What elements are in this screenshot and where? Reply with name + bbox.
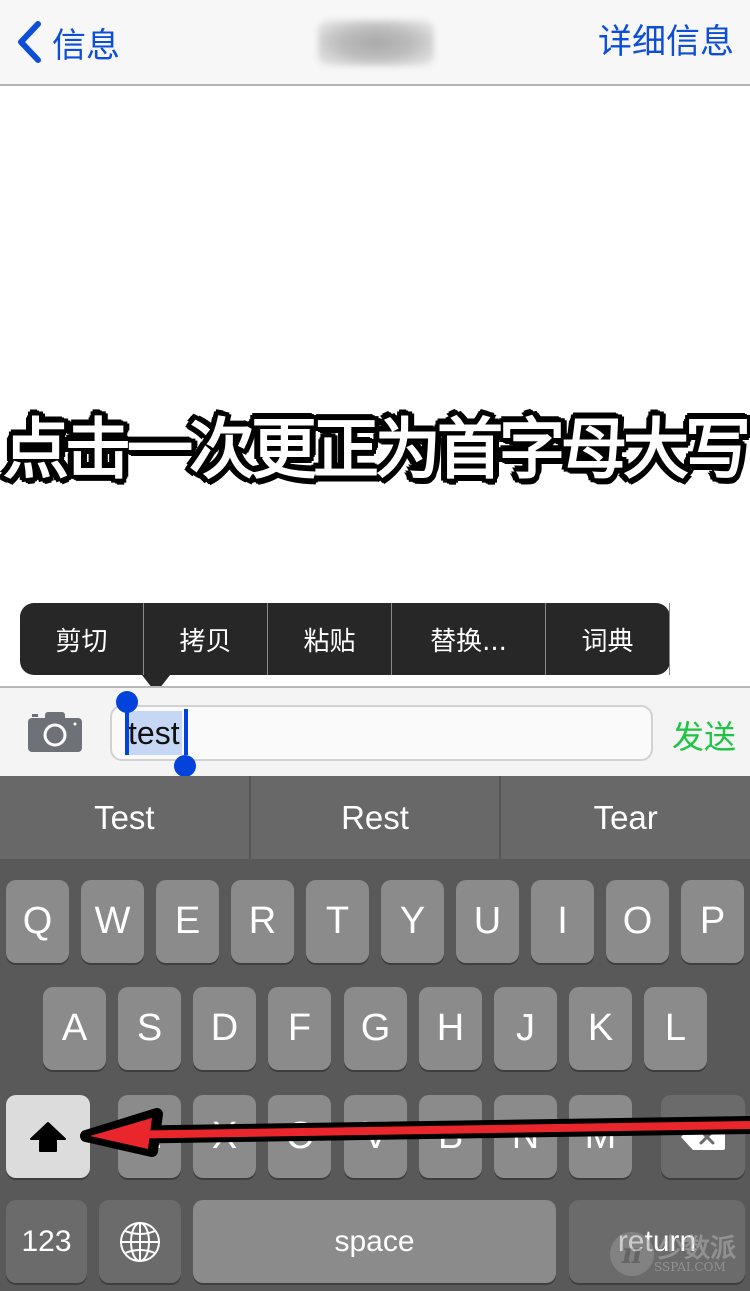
key-f[interactable]: F (268, 987, 331, 1070)
key-j[interactable]: J (494, 987, 557, 1070)
key-u[interactable]: U (456, 880, 519, 963)
tutorial-annotation: 点击一次更正为首字母大写 (3, 411, 750, 488)
menu-item-replace[interactable]: 替换... (392, 603, 546, 675)
selection-end-handle[interactable] (174, 755, 196, 777)
details-button[interactable]: 详细信息 (598, 18, 734, 66)
key-k[interactable]: K (569, 987, 632, 1070)
key-d[interactable]: D (193, 987, 256, 1070)
key-h[interactable]: H (419, 987, 482, 1070)
key-n[interactable]: N (494, 1095, 557, 1178)
key-z[interactable]: Z (118, 1095, 181, 1178)
key-l[interactable]: L (644, 987, 707, 1070)
shift-key[interactable] (6, 1095, 90, 1178)
back-label: 信息 (52, 25, 120, 66)
send-button[interactable]: 发送 (672, 712, 736, 758)
key-m[interactable]: M (569, 1095, 632, 1178)
key-x[interactable]: X (193, 1095, 256, 1178)
menu-item-copy[interactable]: 拷贝 (144, 603, 268, 675)
menu-item-define[interactable]: 词典 (546, 603, 670, 675)
backspace-icon (681, 1123, 725, 1150)
selection-end-caret (184, 709, 188, 755)
key-c[interactable]: C (268, 1095, 331, 1178)
key-q[interactable]: Q (6, 880, 69, 963)
camera-icon[interactable] (28, 712, 82, 752)
message-text-field[interactable]: test (110, 691, 653, 777)
selection-start-handle[interactable] (116, 691, 138, 713)
navigation-bar: 信息 详细信息 (0, 0, 750, 86)
conversation-title-blurred (318, 20, 434, 66)
numbers-key[interactable]: 123 (6, 1200, 87, 1283)
menu-item-cut[interactable]: 剪切 (20, 603, 144, 675)
menu-item-paste[interactable]: 粘贴 (268, 603, 392, 675)
key-r[interactable]: R (231, 880, 294, 963)
suggestion-item[interactable]: Rest (251, 776, 502, 859)
selected-text: test (126, 711, 182, 755)
shift-arrow-icon (30, 1121, 66, 1152)
key-p[interactable]: P (681, 880, 744, 963)
edit-menu: 剪切 拷贝 粘贴 替换... 词典 (20, 603, 670, 693)
key-g[interactable]: G (344, 987, 407, 1070)
suggestion-item[interactable]: Tear (501, 776, 750, 859)
selection-start-caret (125, 709, 129, 755)
chevron-left-icon (18, 21, 41, 63)
suggestion-item[interactable]: Test (0, 776, 251, 859)
key-o[interactable]: O (606, 880, 669, 963)
back-button[interactable]: 信息 (14, 18, 120, 66)
key-w[interactable]: W (81, 880, 144, 963)
key-y[interactable]: Y (381, 880, 444, 963)
space-key[interactable]: space (193, 1200, 556, 1283)
keyboard: Test Rest Tear Q W E R T Y U I O P A S D… (0, 776, 750, 1291)
suggestion-bar: Test Rest Tear (0, 776, 750, 859)
key-i[interactable]: I (531, 880, 594, 963)
key-b[interactable]: B (419, 1095, 482, 1178)
message-input-bar: test 发送 (0, 686, 750, 777)
globe-icon (120, 1221, 160, 1262)
key-a[interactable]: A (43, 987, 106, 1070)
key-s[interactable]: S (118, 987, 181, 1070)
key-e[interactable]: E (156, 880, 219, 963)
globe-key[interactable] (99, 1200, 181, 1283)
key-v[interactable]: V (344, 1095, 407, 1178)
return-key[interactable]: return (569, 1200, 745, 1283)
delete-key[interactable] (661, 1095, 745, 1178)
key-t[interactable]: T (306, 880, 369, 963)
